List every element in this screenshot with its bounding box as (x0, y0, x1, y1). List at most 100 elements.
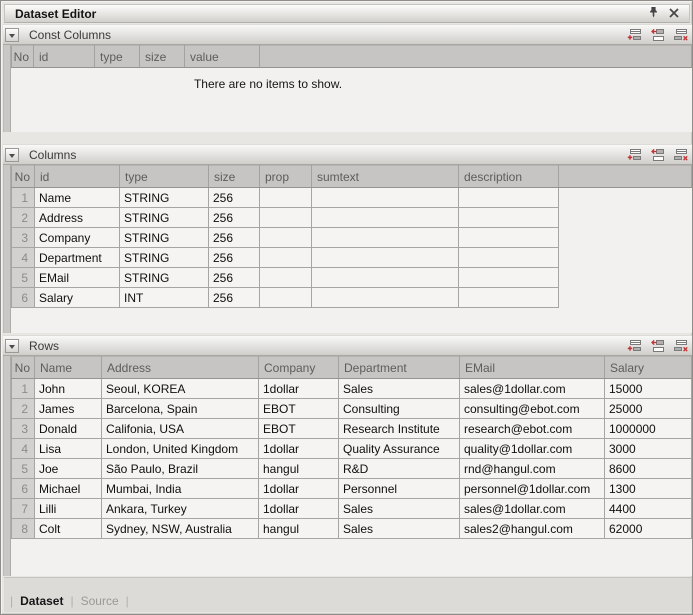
column-header[interactable]: No (12, 357, 35, 379)
column-header[interactable]: EMail (460, 357, 605, 379)
grid-cell[interactable]: Sydney, NSW, Australia (102, 519, 259, 539)
grid-cell[interactable] (459, 208, 559, 228)
row-number-cell[interactable]: 8 (12, 519, 35, 539)
tab-source[interactable]: Source (81, 594, 119, 608)
grid-cell[interactable]: Consulting (339, 399, 460, 419)
grid-cell[interactable]: Address (35, 208, 120, 228)
column-header[interactable]: Department (339, 357, 460, 379)
grid-cell[interactable] (312, 228, 459, 248)
pin-button[interactable] (647, 8, 659, 20)
grid-cell[interactable]: 15000 (605, 379, 692, 399)
grid-cell[interactable]: Donald (35, 419, 102, 439)
grid-cell[interactable]: personnel@1dollar.com (460, 479, 605, 499)
grid-cell[interactable]: 4400 (605, 499, 692, 519)
grid-cell[interactable]: Califonia, USA (102, 419, 259, 439)
insert-row-button[interactable] (650, 148, 666, 162)
grid-cell[interactable]: 8600 (605, 459, 692, 479)
grid-cell[interactable]: EBOT (259, 419, 339, 439)
grid-cell[interactable]: 62000 (605, 519, 692, 539)
grid-cell[interactable] (459, 268, 559, 288)
grid-cell[interactable] (260, 268, 312, 288)
add-row-button[interactable] (627, 28, 643, 42)
tab-dataset[interactable]: Dataset (20, 594, 63, 608)
column-header[interactable]: sumtext (312, 166, 459, 188)
grid-cell[interactable]: R&D (339, 459, 460, 479)
grid-cell[interactable]: 256 (209, 248, 260, 268)
column-header[interactable]: value (185, 46, 260, 68)
column-header[interactable]: prop (260, 166, 312, 188)
column-header[interactable]: Address (102, 357, 259, 379)
add-row-button[interactable] (627, 148, 643, 162)
grid-cell[interactable]: Department (35, 248, 120, 268)
grid-cell[interactable]: consulting@ebot.com (460, 399, 605, 419)
column-header[interactable] (559, 166, 692, 188)
grid-cell[interactable] (312, 248, 459, 268)
row-number-cell[interactable]: 6 (12, 288, 35, 308)
grid-cell[interactable]: 1000000 (605, 419, 692, 439)
column-header[interactable]: type (120, 166, 209, 188)
grid-cell[interactable]: EMail (35, 268, 120, 288)
grid-cell[interactable] (459, 188, 559, 208)
grid-cell[interactable] (260, 248, 312, 268)
grid-cell[interactable]: hangul (259, 519, 339, 539)
add-row-button[interactable] (627, 339, 643, 353)
grid-cell[interactable]: STRING (120, 188, 209, 208)
row-number-cell[interactable]: 7 (12, 499, 35, 519)
insert-row-button[interactable] (650, 339, 666, 353)
row-number-cell[interactable]: 3 (12, 419, 35, 439)
grid-cell[interactable]: sales@1dollar.com (460, 499, 605, 519)
grid-cell[interactable] (260, 188, 312, 208)
grid-cell[interactable]: Company (35, 228, 120, 248)
grid-cell[interactable]: James (35, 399, 102, 419)
grid-cell[interactable]: sales@1dollar.com (460, 379, 605, 399)
grid-cell[interactable]: 1dollar (259, 479, 339, 499)
grid-cell[interactable] (260, 288, 312, 308)
column-header[interactable]: Company (259, 357, 339, 379)
close-button[interactable] (668, 8, 680, 20)
grid-cell[interactable]: 256 (209, 268, 260, 288)
grid-cell[interactable]: 3000 (605, 439, 692, 459)
delete-row-button[interactable] (673, 339, 689, 353)
grid-cell[interactable]: STRING (120, 208, 209, 228)
grid-cell[interactable]: 256 (209, 288, 260, 308)
grid-cell[interactable]: research@ebot.com (460, 419, 605, 439)
row-number-cell[interactable]: 2 (12, 399, 35, 419)
grid-cell[interactable] (459, 288, 559, 308)
row-number-cell[interactable]: 5 (12, 268, 35, 288)
column-header[interactable]: Salary (605, 357, 692, 379)
column-header[interactable]: size (209, 166, 260, 188)
grid-cell[interactable]: Joe (35, 459, 102, 479)
grid-cell[interactable]: INT (120, 288, 209, 308)
grid-cell[interactable]: 1dollar (259, 379, 339, 399)
grid-cell[interactable]: São Paulo, Brazil (102, 459, 259, 479)
grid-cell[interactable] (312, 188, 459, 208)
row-number-cell[interactable]: 4 (12, 248, 35, 268)
grid-cell[interactable]: 25000 (605, 399, 692, 419)
row-number-cell[interactable]: 3 (12, 228, 35, 248)
grid-cell[interactable] (459, 248, 559, 268)
row-number-cell[interactable]: 1 (12, 188, 35, 208)
grid-cell[interactable]: Sales (339, 519, 460, 539)
grid-cell[interactable]: rnd@hangul.com (460, 459, 605, 479)
grid-cell[interactable] (312, 208, 459, 228)
row-number-cell[interactable]: 6 (12, 479, 35, 499)
column-header[interactable]: No (12, 46, 34, 68)
insert-row-button[interactable] (650, 28, 666, 42)
grid-cell[interactable]: 1dollar (259, 439, 339, 459)
grid-cell[interactable]: Name (35, 188, 120, 208)
grid-cell[interactable]: EBOT (259, 399, 339, 419)
grid-cell[interactable]: Barcelona, Spain (102, 399, 259, 419)
column-header[interactable]: id (35, 166, 120, 188)
grid-cell[interactable]: Lilli (35, 499, 102, 519)
grid-cell[interactable]: 256 (209, 208, 260, 228)
grid-cell[interactable]: John (35, 379, 102, 399)
grid-cell[interactable]: Lisa (35, 439, 102, 459)
grid-cell[interactable]: 1300 (605, 479, 692, 499)
grid-cell[interactable]: hangul (259, 459, 339, 479)
grid-cell[interactable]: 1dollar (259, 499, 339, 519)
row-number-cell[interactable]: 4 (12, 439, 35, 459)
row-number-cell[interactable]: 2 (12, 208, 35, 228)
grid-cell[interactable]: Ankara, Turkey (102, 499, 259, 519)
grid-cell[interactable]: STRING (120, 228, 209, 248)
row-number-cell[interactable]: 1 (12, 379, 35, 399)
